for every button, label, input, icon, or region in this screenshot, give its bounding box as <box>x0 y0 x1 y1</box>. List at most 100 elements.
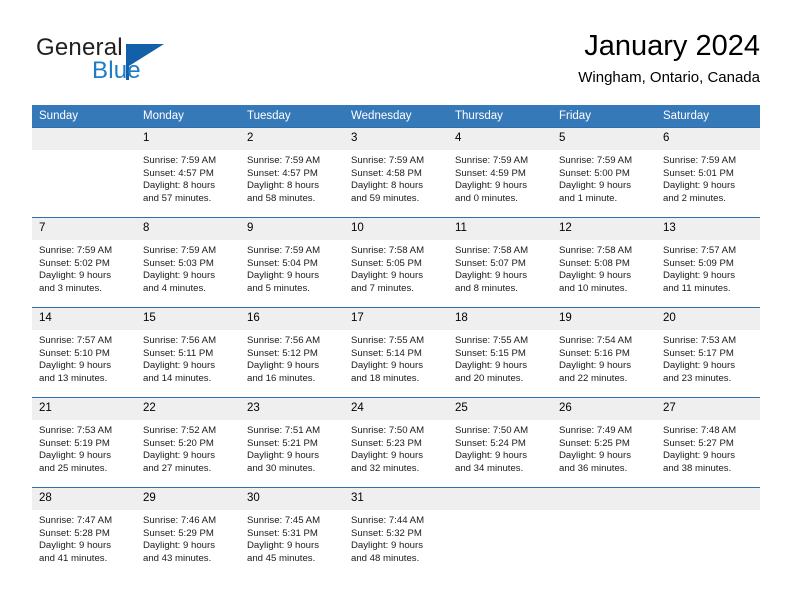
calendar-day-cell[interactable]: 17 Sunrise: 7:55 AM Sunset: 5:14 PM Dayligh… <box>344 307 448 398</box>
day-number: 18 <box>448 308 552 330</box>
day-detail-line: Sunset: 5:09 PM <box>663 257 734 269</box>
calendar-day-cell[interactable]: 19 Sunrise: 7:54 AM Sunset: 5:16 PM Dayligh… <box>552 307 656 398</box>
day-number: 26 <box>552 398 656 420</box>
calendar-day-cell[interactable]: 1 Sunrise: 7:59 AM Sunset: 4:57 PM Daylight… <box>136 127 240 218</box>
day-detail-line: Sunrise: 7:58 AM <box>559 245 633 256</box>
weekday-header-saturday: Saturday <box>656 105 760 128</box>
day-detail-line: and 11 minutes. <box>663 282 731 294</box>
calendar-day-cell[interactable]: 18 Sunrise: 7:55 AM Sunset: 5:15 PM Dayligh… <box>448 307 552 398</box>
day-sun-details: Sunrise: 7:50 AM Sunset: 5:24 PM Daylight:… <box>448 420 552 475</box>
calendar-day-cell[interactable]: 7 Sunrise: 7:59 AM Sunset: 5:02 PM Daylight… <box>32 217 136 308</box>
day-detail-line: Sunrise: 7:57 AM <box>39 335 113 346</box>
calendar-day-cell[interactable]: 12 Sunrise: 7:58 AM Sunset: 5:08 PM Dayligh… <box>552 217 656 308</box>
calendar-day-cell[interactable]: 9 Sunrise: 7:59 AM Sunset: 5:04 PM Daylight… <box>240 217 344 308</box>
day-detail-line: Daylight: 9 hours <box>247 270 319 282</box>
day-sun-details: Sunrise: 7:57 AM Sunset: 5:10 PM Daylight:… <box>32 330 136 385</box>
day-number: 4 <box>448 128 552 150</box>
day-detail-line: Daylight: 9 hours <box>39 540 111 552</box>
day-detail-line: Daylight: 9 hours <box>455 450 527 462</box>
day-detail-line: Sunset: 5:03 PM <box>143 257 214 269</box>
day-detail-line: Sunrise: 7:52 AM <box>143 425 217 436</box>
day-sun-details: Sunrise: 7:49 AM Sunset: 5:25 PM Daylight:… <box>552 420 656 475</box>
calendar-day-cell[interactable]: 25 Sunrise: 7:50 AM Sunset: 5:24 PM Dayligh… <box>448 397 552 488</box>
calendar-day-cell[interactable]: 11 Sunrise: 7:58 AM Sunset: 5:07 PM Dayligh… <box>448 217 552 308</box>
calendar-day-cell[interactable]: 4 Sunrise: 7:59 AM Sunset: 4:59 PM Daylight… <box>448 127 552 218</box>
day-detail-line: Sunrise: 7:59 AM <box>663 155 737 166</box>
day-detail-line: and 3 minutes. <box>39 282 102 294</box>
title-block: January 2024 Wingham, Ontario, Canada <box>578 28 760 89</box>
day-sun-details: Sunrise: 7:59 AM Sunset: 5:01 PM Daylight:… <box>656 150 760 205</box>
day-detail-line: and 59 minutes. <box>351 192 420 204</box>
day-detail-line: and 1 minute. <box>559 192 618 204</box>
calendar-day-cell[interactable]: 29 Sunrise: 7:46 AM Sunset: 5:29 PM Dayligh… <box>136 487 240 577</box>
calendar-day-cell[interactable]: 28 Sunrise: 7:47 AM Sunset: 5:28 PM Dayligh… <box>32 487 136 577</box>
day-detail-line: Sunrise: 7:44 AM <box>351 515 425 526</box>
day-detail-line: Sunrise: 7:50 AM <box>351 425 425 436</box>
day-number: 15 <box>136 308 240 330</box>
day-detail-line: Sunrise: 7:59 AM <box>247 245 321 256</box>
day-detail-line: Sunrise: 7:54 AM <box>559 335 633 346</box>
calendar-day-cell[interactable]: 30 Sunrise: 7:45 AM Sunset: 5:31 PM Dayligh… <box>240 487 344 577</box>
day-detail-line: Sunset: 5:28 PM <box>39 527 110 539</box>
day-sun-details: Sunrise: 7:45 AM Sunset: 5:31 PM Daylight:… <box>240 510 344 565</box>
day-detail-line: Sunset: 5:32 PM <box>351 527 422 539</box>
calendar-day-cell[interactable]: 26 Sunrise: 7:49 AM Sunset: 5:25 PM Dayligh… <box>552 397 656 488</box>
day-detail-line: Sunset: 5:15 PM <box>455 347 526 359</box>
calendar-day-cell[interactable]: 8 Sunrise: 7:59 AM Sunset: 5:03 PM Daylight… <box>136 217 240 308</box>
weekday-header-tuesday: Tuesday <box>240 105 344 128</box>
calendar-week-row: 14 Sunrise: 7:57 AM Sunset: 5:10 PM Dayligh… <box>32 307 760 398</box>
day-detail-line: and 34 minutes. <box>455 462 524 474</box>
calendar-day-cell[interactable]: 3 Sunrise: 7:59 AM Sunset: 4:58 PM Daylight… <box>344 127 448 218</box>
calendar-day-cell[interactable]: 20 Sunrise: 7:53 AM Sunset: 5:17 PM Dayligh… <box>656 307 760 398</box>
day-detail-line: Sunset: 5:05 PM <box>351 257 422 269</box>
day-detail-line: Sunrise: 7:58 AM <box>455 245 529 256</box>
weekday-header-monday: Monday <box>136 105 240 128</box>
day-detail-line: Sunrise: 7:59 AM <box>143 155 217 166</box>
day-detail-line: Sunrise: 7:55 AM <box>351 335 425 346</box>
brand-logo[interactable]: General Blue <box>36 34 266 92</box>
day-detail-line: Daylight: 9 hours <box>663 270 735 282</box>
day-detail-line: Sunrise: 7:56 AM <box>143 335 217 346</box>
day-sun-details: Sunrise: 7:58 AM Sunset: 5:07 PM Daylight:… <box>448 240 552 295</box>
day-sun-details: Sunrise: 7:47 AM Sunset: 5:28 PM Daylight:… <box>32 510 136 565</box>
day-detail-line: and 5 minutes. <box>247 282 310 294</box>
day-detail-line: Sunset: 5:21 PM <box>247 437 318 449</box>
calendar-day-cell[interactable]: 2 Sunrise: 7:59 AM Sunset: 4:57 PM Daylight… <box>240 127 344 218</box>
calendar-day-cell[interactable]: 16 Sunrise: 7:56 AM Sunset: 5:12 PM Dayligh… <box>240 307 344 398</box>
day-sun-details: Sunrise: 7:59 AM Sunset: 4:58 PM Daylight:… <box>344 150 448 205</box>
day-detail-line: Daylight: 9 hours <box>663 450 735 462</box>
calendar-day-cell[interactable]: 21 Sunrise: 7:53 AM Sunset: 5:19 PM Dayligh… <box>32 397 136 488</box>
day-detail-line: Sunset: 5:31 PM <box>247 527 318 539</box>
day-detail-line: and 36 minutes. <box>559 462 628 474</box>
day-detail-line: Sunrise: 7:50 AM <box>455 425 529 436</box>
day-detail-line: Sunrise: 7:59 AM <box>455 155 529 166</box>
calendar-day-cell[interactable]: 13 Sunrise: 7:57 AM Sunset: 5:09 PM Dayligh… <box>656 217 760 308</box>
calendar-day-cell[interactable]: 15 Sunrise: 7:56 AM Sunset: 5:11 PM Dayligh… <box>136 307 240 398</box>
day-detail-line: and 0 minutes. <box>455 192 518 204</box>
day-number: 5 <box>552 128 656 150</box>
calendar-day-cell[interactable]: 31 Sunrise: 7:44 AM Sunset: 5:32 PM Dayligh… <box>344 487 448 577</box>
day-detail-line: Sunset: 5:16 PM <box>559 347 630 359</box>
day-detail-line: and 27 minutes. <box>143 462 212 474</box>
day-detail-line: Sunset: 4:57 PM <box>247 167 318 179</box>
calendar-day-cell[interactable]: 10 Sunrise: 7:58 AM Sunset: 5:05 PM Dayligh… <box>344 217 448 308</box>
day-number: 20 <box>656 308 760 330</box>
day-number: 23 <box>240 398 344 420</box>
location-subtitle: Wingham, Ontario, Canada <box>578 69 760 86</box>
day-detail-line: and 45 minutes. <box>247 552 316 564</box>
day-sun-details: Sunrise: 7:56 AM Sunset: 5:12 PM Daylight:… <box>240 330 344 385</box>
calendar-day-cell[interactable]: 27 Sunrise: 7:48 AM Sunset: 5:27 PM Dayligh… <box>656 397 760 488</box>
calendar-day-cell[interactable]: 6 Sunrise: 7:59 AM Sunset: 5:01 PM Daylight… <box>656 127 760 218</box>
calendar-day-cell[interactable]: 14 Sunrise: 7:57 AM Sunset: 5:10 PM Dayligh… <box>32 307 136 398</box>
day-detail-line: Daylight: 9 hours <box>663 360 735 372</box>
calendar-day-cell[interactable]: 5 Sunrise: 7:59 AM Sunset: 5:00 PM Daylight… <box>552 127 656 218</box>
day-number: 24 <box>344 398 448 420</box>
day-detail-line: Daylight: 9 hours <box>247 450 319 462</box>
calendar-day-cell[interactable]: 22 Sunrise: 7:52 AM Sunset: 5:20 PM Dayligh… <box>136 397 240 488</box>
day-number: 29 <box>136 488 240 510</box>
day-detail-line: Sunrise: 7:59 AM <box>351 155 425 166</box>
calendar-day-cell[interactable]: 24 Sunrise: 7:50 AM Sunset: 5:23 PM Dayligh… <box>344 397 448 488</box>
calendar-day-cell[interactable]: 23 Sunrise: 7:51 AM Sunset: 5:21 PM Dayligh… <box>240 397 344 488</box>
day-detail-line: Daylight: 9 hours <box>247 360 319 372</box>
day-sun-details: Sunrise: 7:50 AM Sunset: 5:23 PM Daylight:… <box>344 420 448 475</box>
